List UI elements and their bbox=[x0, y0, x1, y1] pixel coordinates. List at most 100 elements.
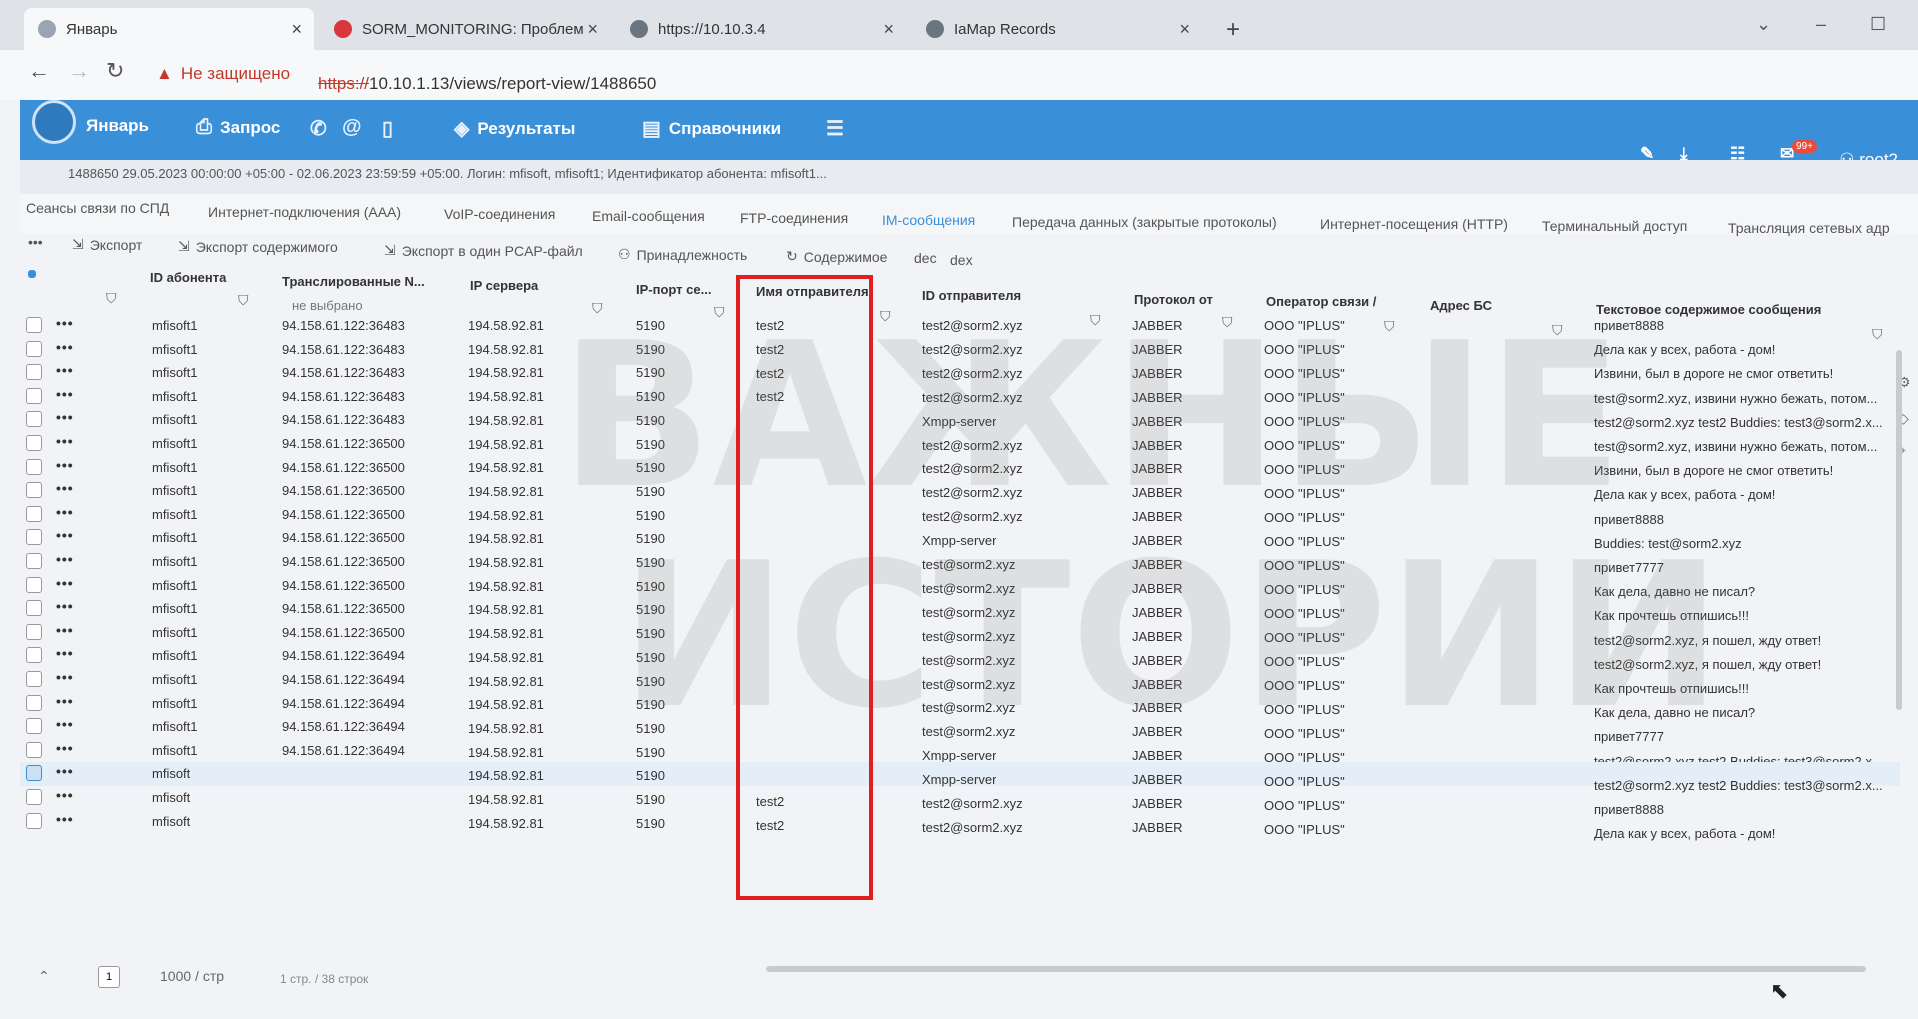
row-actions-icon[interactable]: ••• bbox=[56, 409, 74, 425]
app-logo[interactable] bbox=[32, 100, 76, 144]
back-icon[interactable]: ← bbox=[28, 58, 50, 84]
chevron-up-icon[interactable]: ⌃ bbox=[38, 968, 50, 985]
horizontal-scrollbar[interactable] bbox=[766, 966, 1866, 972]
tab-nat[interactable]: Трансляция сетевых адр bbox=[1728, 220, 1890, 236]
tab-voip[interactable]: VoIP-соединения bbox=[444, 206, 555, 222]
new-tab-icon[interactable]: + bbox=[1226, 16, 1240, 44]
row-actions-icon[interactable]: ••• bbox=[56, 740, 74, 756]
close-icon[interactable]: × bbox=[587, 19, 598, 40]
close-icon[interactable]: × bbox=[291, 19, 302, 40]
minimize-icon[interactable]: – bbox=[1816, 14, 1826, 35]
row-actions-icon[interactable]: ••• bbox=[56, 811, 74, 827]
translated-filter-value[interactable]: не выбрано bbox=[292, 298, 363, 313]
filter-icon[interactable]: ⛉ bbox=[238, 292, 249, 309]
more-icon[interactable]: ••• bbox=[28, 234, 43, 250]
row-actions-icon[interactable]: ••• bbox=[56, 575, 74, 591]
select-all-checkbox[interactable] bbox=[28, 270, 36, 278]
row-actions-icon[interactable]: ••• bbox=[56, 551, 74, 567]
tab-aaa[interactable]: Интернет-подключения (AAA) bbox=[208, 204, 401, 220]
row-actions-icon[interactable]: ••• bbox=[56, 763, 74, 779]
row-checkbox[interactable] bbox=[26, 694, 42, 711]
row-checkbox[interactable] bbox=[26, 765, 42, 782]
tab-ftp[interactable]: FTP-соединения bbox=[740, 210, 848, 226]
column-server-port[interactable]: IP-порт се... bbox=[636, 282, 711, 297]
nav-mobile[interactable]: ▯ bbox=[382, 116, 393, 141]
per-page-select[interactable]: 1000 / стр bbox=[160, 968, 224, 984]
row-checkbox[interactable] bbox=[26, 576, 42, 593]
row-checkbox[interactable] bbox=[26, 623, 42, 640]
row-checkbox[interactable] bbox=[26, 505, 42, 522]
chevron-down-icon[interactable]: ⌄ bbox=[1756, 14, 1771, 35]
column-translated[interactable]: Транслированные N... bbox=[282, 274, 425, 289]
filter-icon[interactable]: ⛉ bbox=[106, 290, 117, 307]
row-checkbox[interactable] bbox=[26, 317, 42, 333]
row-checkbox[interactable] bbox=[26, 482, 42, 499]
not-secure-indicator[interactable]: ▲ Не защищено bbox=[156, 64, 290, 84]
row-checkbox[interactable] bbox=[26, 553, 42, 569]
row-checkbox[interactable] bbox=[26, 671, 42, 687]
nav-results[interactable]: ◈ Результаты bbox=[454, 116, 575, 141]
row-actions-icon[interactable]: ••• bbox=[56, 480, 74, 496]
content-button[interactable]: ↻ Содержимое bbox=[786, 248, 887, 265]
row-actions-icon[interactable]: ••• bbox=[56, 457, 74, 473]
reload-icon[interactable]: ↻ bbox=[106, 58, 124, 84]
row-checkbox[interactable] bbox=[26, 741, 42, 758]
hamburger-menu[interactable]: ☰ bbox=[826, 116, 844, 141]
page-number[interactable]: 1 bbox=[98, 966, 120, 988]
nav-phone[interactable]: ✆ bbox=[310, 116, 327, 141]
close-icon[interactable]: × bbox=[1179, 19, 1190, 40]
row-checkbox[interactable] bbox=[26, 387, 42, 404]
tab-im[interactable]: IM-сообщения bbox=[882, 212, 975, 228]
vertical-scrollbar[interactable] bbox=[1896, 350, 1902, 710]
export-pcap-button[interactable]: ⇲ Экспорт в один PCAP-файл bbox=[384, 242, 583, 259]
row-actions-icon[interactable]: ••• bbox=[56, 315, 74, 331]
tab-spd-sessions[interactable]: Сеансы связи по СПД bbox=[26, 200, 169, 216]
row-actions-icon[interactable]: ••• bbox=[56, 787, 74, 803]
dec-toggle[interactable]: dec bbox=[914, 250, 937, 266]
browser-tab-1[interactable]: Январь × bbox=[24, 8, 314, 50]
row-actions-icon[interactable]: ••• bbox=[56, 433, 74, 449]
column-server-ip[interactable]: IP сервера bbox=[470, 278, 538, 293]
ownership-button[interactable]: ⚇ Принадлежность bbox=[618, 246, 747, 263]
row-checkbox[interactable] bbox=[26, 718, 42, 735]
maximize-icon[interactable]: ☐ bbox=[1870, 14, 1886, 35]
row-checkbox[interactable] bbox=[26, 340, 42, 357]
row-actions-icon[interactable]: ••• bbox=[56, 598, 74, 614]
row-checkbox[interactable] bbox=[26, 411, 42, 428]
tab-email[interactable]: Email-сообщения bbox=[592, 208, 705, 224]
row-checkbox[interactable] bbox=[26, 364, 42, 381]
row-actions-icon[interactable]: ••• bbox=[56, 622, 74, 638]
export-content-button[interactable]: ⇲ Экспорт содержимого bbox=[178, 238, 338, 255]
url-field[interactable]: https://10.10.1.13/views/report-view/148… bbox=[318, 74, 656, 94]
tab-terminal[interactable]: Терминальный доступ bbox=[1542, 218, 1687, 234]
tab-closed-protocols[interactable]: Передача данных (закрытые протоколы) bbox=[1012, 214, 1277, 230]
browser-tab-2[interactable]: SORM_MONITORING: Проблем × bbox=[320, 8, 610, 50]
close-icon[interactable]: × bbox=[883, 19, 894, 40]
row-actions-icon[interactable]: ••• bbox=[56, 669, 74, 685]
column-subscriber-id[interactable]: ID абонента bbox=[150, 270, 226, 285]
row-actions-icon[interactable]: ••• bbox=[56, 339, 74, 355]
row-checkbox[interactable] bbox=[26, 435, 42, 451]
tab-http[interactable]: Интернет-посещения (HTTP) bbox=[1320, 216, 1508, 232]
row-checkbox[interactable] bbox=[26, 647, 42, 664]
brand-name[interactable]: Январь bbox=[86, 116, 149, 136]
forward-icon[interactable]: → bbox=[68, 58, 90, 84]
row-checkbox[interactable] bbox=[26, 600, 42, 617]
nav-email[interactable]: @ bbox=[342, 116, 362, 139]
row-checkbox[interactable] bbox=[26, 789, 42, 805]
browser-tab-4[interactable]: IaMap Records × bbox=[912, 8, 1202, 50]
row-actions-icon[interactable]: ••• bbox=[56, 362, 74, 378]
row-checkbox[interactable] bbox=[26, 812, 42, 829]
row-actions-icon[interactable]: ••• bbox=[56, 527, 74, 543]
row-checkbox[interactable] bbox=[26, 529, 42, 546]
hex-toggle[interactable]: dex bbox=[950, 252, 973, 268]
row-actions-icon[interactable]: ••• bbox=[56, 716, 74, 732]
nav-directories[interactable]: ▤ Справочники bbox=[642, 116, 781, 141]
row-actions-icon[interactable]: ••• bbox=[56, 693, 74, 709]
row-actions-icon[interactable]: ••• bbox=[56, 504, 74, 520]
nav-query[interactable]: ⎙ Запрос bbox=[196, 116, 280, 139]
row-actions-icon[interactable]: ••• bbox=[56, 386, 74, 402]
row-actions-icon[interactable]: ••• bbox=[56, 645, 74, 661]
export-button[interactable]: ⇲ Экспорт bbox=[72, 236, 142, 253]
browser-tab-3[interactable]: https://10.10.3.4 × bbox=[616, 8, 906, 50]
